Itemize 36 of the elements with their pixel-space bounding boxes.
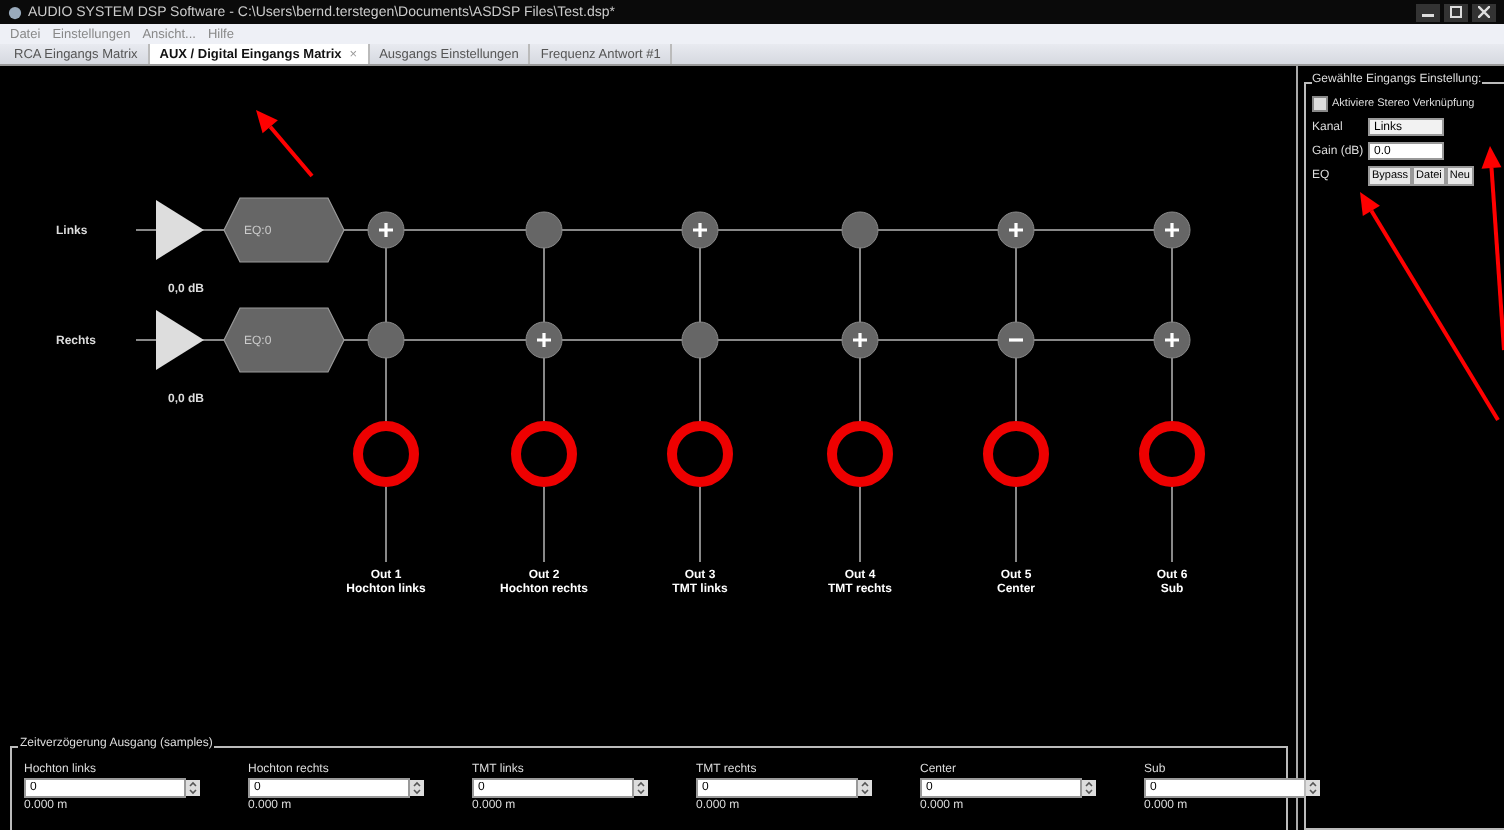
output-ring[interactable] [353, 421, 419, 487]
gain-triangle[interactable] [156, 310, 204, 370]
crosspoint-node[interactable] [997, 211, 1035, 249]
minimize-button[interactable] [1416, 3, 1440, 21]
maximize-icon [1450, 6, 1462, 18]
output-ring[interactable] [1139, 421, 1205, 487]
spinner-icon[interactable] [1306, 780, 1320, 796]
close-icon [1478, 6, 1490, 18]
crosspoint-node[interactable] [1153, 211, 1191, 249]
arrow-annotation [256, 110, 314, 178]
crosspoint-node[interactable] [841, 321, 879, 359]
maximize-button[interactable] [1444, 3, 1468, 21]
gain-triangle[interactable] [156, 200, 204, 260]
spinner-icon[interactable] [858, 780, 872, 796]
output-ring[interactable] [827, 421, 893, 487]
crosspoint-node[interactable] [525, 321, 563, 359]
spinner-icon[interactable] [410, 780, 424, 796]
crosspoint-node[interactable] [367, 321, 405, 359]
eq-block[interactable] [223, 197, 345, 263]
crosspoint-node[interactable] [681, 321, 719, 359]
close-button[interactable] [1472, 3, 1496, 21]
spinner-icon[interactable] [186, 780, 200, 796]
output-ring[interactable] [983, 421, 1049, 487]
crosspoint-node[interactable] [1153, 321, 1191, 359]
spinner-icon[interactable] [634, 780, 648, 796]
eq-block[interactable] [223, 307, 345, 373]
spinner-icon[interactable] [1082, 780, 1096, 796]
crosspoint-node[interactable] [997, 321, 1035, 359]
checkbox[interactable] [1312, 96, 1328, 112]
output-ring[interactable] [667, 421, 733, 487]
crosspoint-node[interactable] [841, 211, 879, 249]
speaker-icon [8, 5, 22, 19]
output-ring[interactable] [511, 421, 577, 487]
crosspoint-node[interactable] [681, 211, 719, 249]
crosspoint-node[interactable] [367, 211, 405, 249]
crosspoint-node[interactable] [525, 211, 563, 249]
